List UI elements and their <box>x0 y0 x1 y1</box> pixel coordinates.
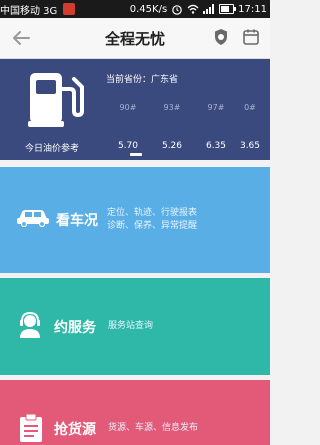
tile-description: 货源、车源、信息发布 <box>108 423 199 433</box>
fuel-price-panel[interactable]: 今日油价参考 当前省份：广东省 90# 93# 97# 0# 5.70 5.26… <box>0 59 270 160</box>
clock-time: 17:11 <box>238 3 267 15</box>
notification-icon <box>63 3 76 15</box>
vehicle-status-tile[interactable]: 看车况 定位、轨迹、行驶报表 诊断、保养、异常提醒 <box>0 167 270 273</box>
signal-icon <box>203 4 215 14</box>
tile-title: 看车况 <box>56 213 98 229</box>
tile-description: 服务站查询 <box>108 321 154 331</box>
today-price-label: 今日油价参考 <box>25 144 80 154</box>
app-header: 全程无忧 <box>0 18 270 59</box>
fuel-type: 0# <box>244 103 256 112</box>
calendar-icon[interactable] <box>242 28 260 46</box>
car-icon <box>17 210 49 227</box>
customer-service-icon <box>20 312 40 338</box>
network-speed: 0.45K/s <box>129 3 168 15</box>
tile-description: 诊断、保养、异常提醒 <box>107 221 198 231</box>
fuel-pump-icon <box>28 73 84 127</box>
fuel-price: 3.65 <box>239 141 261 151</box>
settings-gear-icon[interactable] <box>212 28 230 46</box>
tile-title: 抢货源 <box>54 422 96 438</box>
fuel-price: 5.70 <box>117 141 139 151</box>
carrier-text: 中国移动 3G <box>0 5 58 17</box>
tile-title: 约服务 <box>54 320 96 336</box>
battery-icon <box>219 4 237 14</box>
fuel-type: 90# <box>119 103 137 112</box>
clipboard-icon <box>20 414 42 442</box>
status-bar: 中国移动 3G 0.45K/s 17:11 <box>0 0 270 18</box>
fuel-type: 93# <box>163 103 181 112</box>
tile-description: 定位、轨迹、行驶报表 <box>107 208 198 218</box>
wifi-icon <box>187 4 199 14</box>
grab-cargo-tile[interactable]: 抢货源 货源、车源、信息发布 <box>0 380 270 445</box>
fuel-price: 5.26 <box>161 141 183 151</box>
page-indicator <box>130 153 142 156</box>
book-service-tile[interactable]: 约服务 服务站查询 <box>0 278 270 375</box>
alarm-icon <box>172 4 182 15</box>
province-label: 当前省份：广东省 <box>106 75 179 85</box>
